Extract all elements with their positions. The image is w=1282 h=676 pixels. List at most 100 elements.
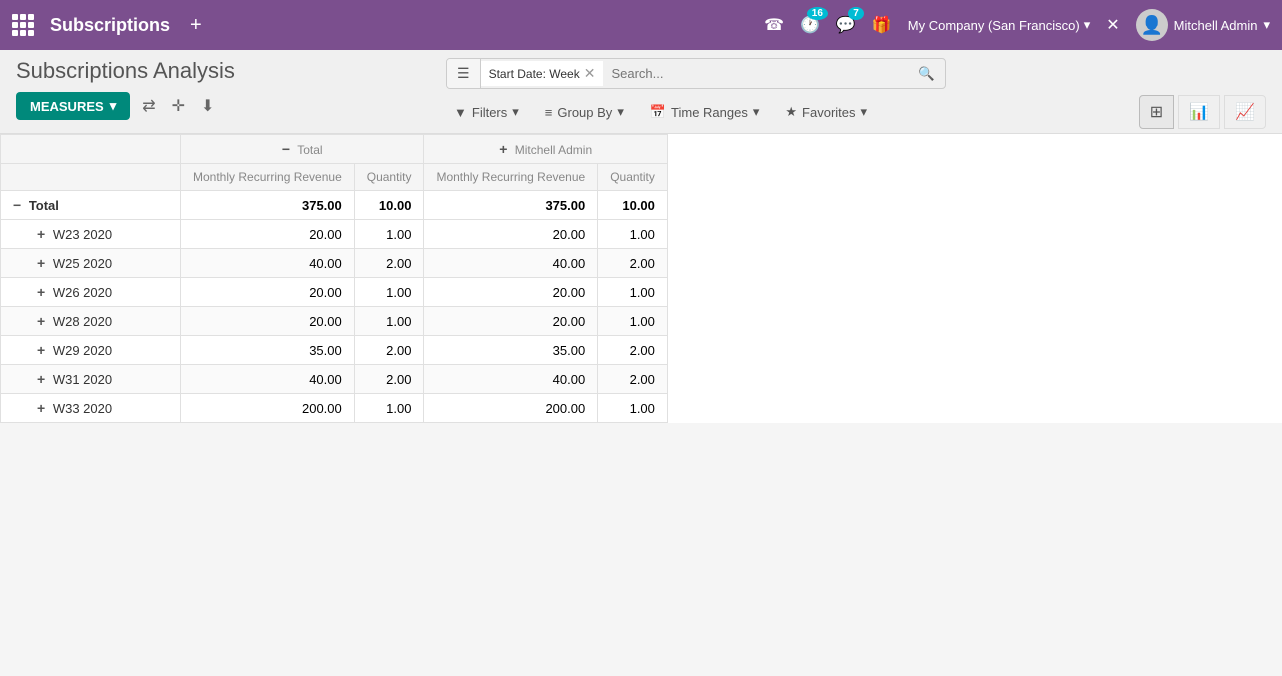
week-qty-mitchell-2: 1.00 [598,278,668,307]
search-input[interactable] [603,60,908,87]
favorites-star-icon: ★ [785,104,797,120]
search-box: ☰ Start Date: Week ✕ 🔍 [446,58,946,89]
week-expand-button-2[interactable]: + [37,284,45,300]
user-dropdown-icon: ▾ [1263,17,1270,33]
groupby-button[interactable]: ≡ Group By ▾ [537,100,632,124]
week-qty-total-3: 1.00 [354,307,424,336]
filters-funnel-icon: ▼ [454,105,467,120]
week-mrr-total-0: 20.00 [181,220,355,249]
user-menu[interactable]: 👤 Mitchell Admin ▾ [1136,9,1270,41]
week-qty-total-4: 2.00 [354,336,424,365]
company-selector[interactable]: My Company (San Francisco) ▾ [908,17,1090,33]
timeranges-button[interactable]: 📅 Time Ranges ▾ [642,100,768,124]
company-dropdown-icon: ▾ [1084,17,1091,33]
activity-icon[interactable]: 🕐 16 [800,15,820,35]
week-qty-total-2: 1.00 [354,278,424,307]
week-qty-total-6: 1.00 [354,394,424,423]
week-qty-total-1: 2.00 [354,249,424,278]
phone-icon[interactable]: ☎ [764,15,784,35]
mitchell-expand-button[interactable]: + [499,141,507,157]
week-qty-mitchell-3: 1.00 [598,307,668,336]
table-row: + W23 2020 20.00 1.00 20.00 1.00 [1,220,668,249]
week-mrr-total-6: 200.00 [181,394,355,423]
corner-cell [1,135,181,164]
total-mrr-mitchell: 375.00 [424,191,598,220]
close-icon[interactable]: ✕ [1106,15,1119,35]
week-mrr-total-2: 20.00 [181,278,355,307]
filters-dropdown-icon: ▾ [512,104,519,120]
week-mrr-total-1: 40.00 [181,249,355,278]
download-button[interactable]: ⬇ [197,92,218,120]
table-row: + W31 2020 40.00 2.00 40.00 2.00 [1,365,668,394]
gift-icon[interactable]: 🎁 [872,15,892,35]
week-mrr-mitchell-2: 20.00 [424,278,598,307]
pivot-total-row: − Total 375.00 10.00 375.00 10.00 [1,191,668,220]
col-total-label: Total [297,143,322,157]
total-row-label: − Total [1,191,181,220]
search-filter-toggle[interactable]: ☰ [447,59,481,88]
view-switcher: ⊞ 📊 📈 [1139,95,1266,129]
favorites-dropdown-icon: ▾ [861,104,868,120]
week-qty-mitchell-1: 2.00 [598,249,668,278]
search-submit-button[interactable]: 🔍 [908,60,945,88]
page-title: Subscriptions Analysis [16,58,426,92]
toolbar: MEASURES ▾ ⇄ ✛ ⬇ [16,92,426,128]
total-collapse-button[interactable]: − [282,141,290,157]
bar-chart-view-button[interactable]: 📊 [1178,95,1220,129]
pivot-table: − Total + Mitchell Admin Monthly Recurri… [0,134,668,423]
week-mrr-mitchell-6: 200.00 [424,394,598,423]
week-expand-button-6[interactable]: + [37,400,45,416]
filters-button[interactable]: ▼ Filters ▾ [446,100,527,124]
week-expand-button-5[interactable]: + [37,371,45,387]
week-row-label-1: + W25 2020 [1,249,181,278]
col-total-qty: Quantity [354,164,424,191]
week-row-label-3: + W28 2020 [1,307,181,336]
activity-badge: 16 [807,7,828,20]
measures-button[interactable]: MEASURES ▾ [16,92,130,120]
week-row-label-6: + W33 2020 [1,394,181,423]
filter-tag-close-icon[interactable]: ✕ [584,65,596,82]
company-name: My Company (San Francisco) [908,18,1080,33]
week-qty-mitchell-4: 2.00 [598,336,668,365]
groupby-lines-icon: ≡ [545,105,553,120]
table-row: + W29 2020 35.00 2.00 35.00 2.00 [1,336,668,365]
control-bar-left: ▼ Filters ▾ ≡ Group By ▾ 📅 Time Ranges ▾ [446,100,875,124]
week-expand-button-3[interactable]: + [37,313,45,329]
total-qty-mitchell: 10.00 [598,191,668,220]
table-row: + W26 2020 20.00 1.00 20.00 1.00 [1,278,668,307]
total-row-collapse-button[interactable]: − [13,197,21,213]
week-row-label-2: + W26 2020 [1,278,181,307]
apps-grid-icon[interactable] [12,14,34,36]
week-expand-button-0[interactable]: + [37,226,45,242]
add-button[interactable]: + [186,10,206,41]
col-mitchell-label: Mitchell Admin [515,143,592,157]
col-mitchell-qty: Quantity [598,164,668,191]
exchange-icon-button[interactable]: ⇄ [138,92,159,120]
timeranges-calendar-icon: 📅 [650,104,666,120]
week-expand-button-1[interactable]: + [37,255,45,271]
chat-icon[interactable]: 💬 7 [836,15,856,35]
col-mitchell-mrr: Monthly Recurring Revenue [424,164,598,191]
week-qty-total-0: 1.00 [354,220,424,249]
measures-dropdown-icon: ▾ [110,98,117,114]
week-row-label-5: + W31 2020 [1,365,181,394]
pivot-view-button[interactable]: ⊞ [1139,95,1174,129]
week-mrr-mitchell-3: 20.00 [424,307,598,336]
week-mrr-mitchell-4: 35.00 [424,336,598,365]
week-mrr-mitchell-0: 20.00 [424,220,598,249]
week-expand-button-4[interactable]: + [37,342,45,358]
table-row: + W28 2020 20.00 1.00 20.00 1.00 [1,307,668,336]
timeranges-dropdown-icon: ▾ [753,104,760,120]
table-row: + W25 2020 40.00 2.00 40.00 2.00 [1,249,668,278]
week-qty-mitchell-5: 2.00 [598,365,668,394]
top-navigation: Subscriptions + ☎ 🕐 16 💬 7 🎁 My Company … [0,0,1282,50]
total-qty-total: 10.00 [354,191,424,220]
filter-tag-start-date: Start Date: Week ✕ [481,61,604,86]
favorites-button[interactable]: ★ Favorites ▾ [777,100,875,124]
line-chart-view-button[interactable]: 📈 [1224,95,1266,129]
add-measure-button[interactable]: ✛ [168,92,189,120]
week-mrr-total-5: 40.00 [181,365,355,394]
table-row: + W33 2020 200.00 1.00 200.00 1.00 [1,394,668,423]
chat-badge: 7 [848,7,864,20]
app-title: Subscriptions [50,15,170,36]
